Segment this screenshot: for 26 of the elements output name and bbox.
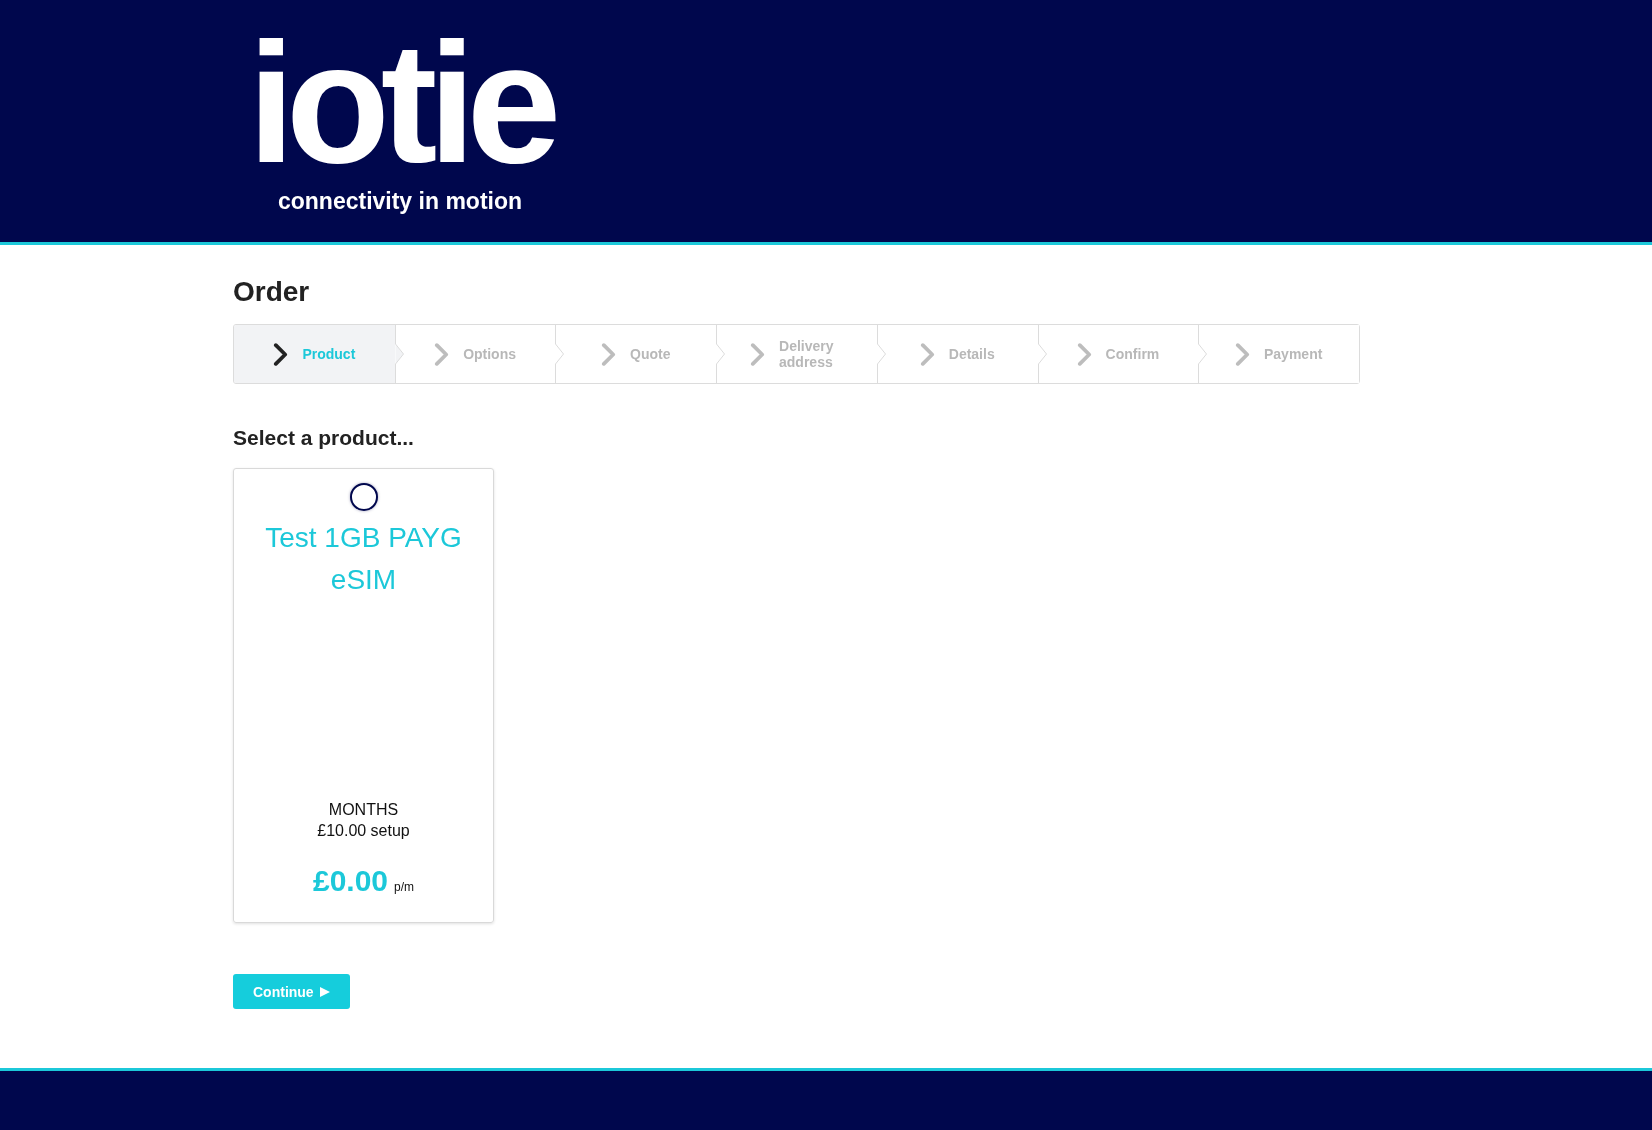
chevron-right-icon [919, 342, 935, 366]
step-label: Confirm [1105, 346, 1160, 362]
step-label: Details [948, 346, 995, 362]
chevron-right-icon [601, 342, 617, 366]
product-card[interactable]: Test 1GB PAYG eSIM MONTHS £10.00 setup £0.00 p/m [233, 468, 494, 923]
chevron-right-icon [273, 342, 289, 366]
logo-tagline: connectivity in motion [277, 188, 523, 214]
chevron-right-icon [1235, 342, 1250, 366]
step-label: Delivery address [779, 338, 835, 370]
section-heading: Select a product... [233, 425, 415, 451]
product-name: Test 1GB PAYG eSIM [264, 521, 463, 597]
price-unit: p/m [394, 880, 415, 894]
setup-fee: £10.00 setup [317, 821, 410, 841]
chevron-right-icon [750, 342, 765, 366]
step-label: Payment [1264, 346, 1323, 362]
step-label: Options [463, 346, 516, 362]
product-price: £0.00 [312, 863, 389, 899]
chevron-right-icon [434, 342, 450, 366]
chevron-right-icon [1076, 342, 1092, 366]
logo-wordmark: iotie [247, 18, 554, 188]
triangle-right-icon [319, 986, 330, 997]
product-term: MONTHS [328, 800, 399, 820]
step-label: Quote [630, 346, 671, 362]
radio-button[interactable] [349, 483, 378, 511]
page-title: Order [233, 275, 311, 309]
step-label: Product [302, 346, 356, 362]
